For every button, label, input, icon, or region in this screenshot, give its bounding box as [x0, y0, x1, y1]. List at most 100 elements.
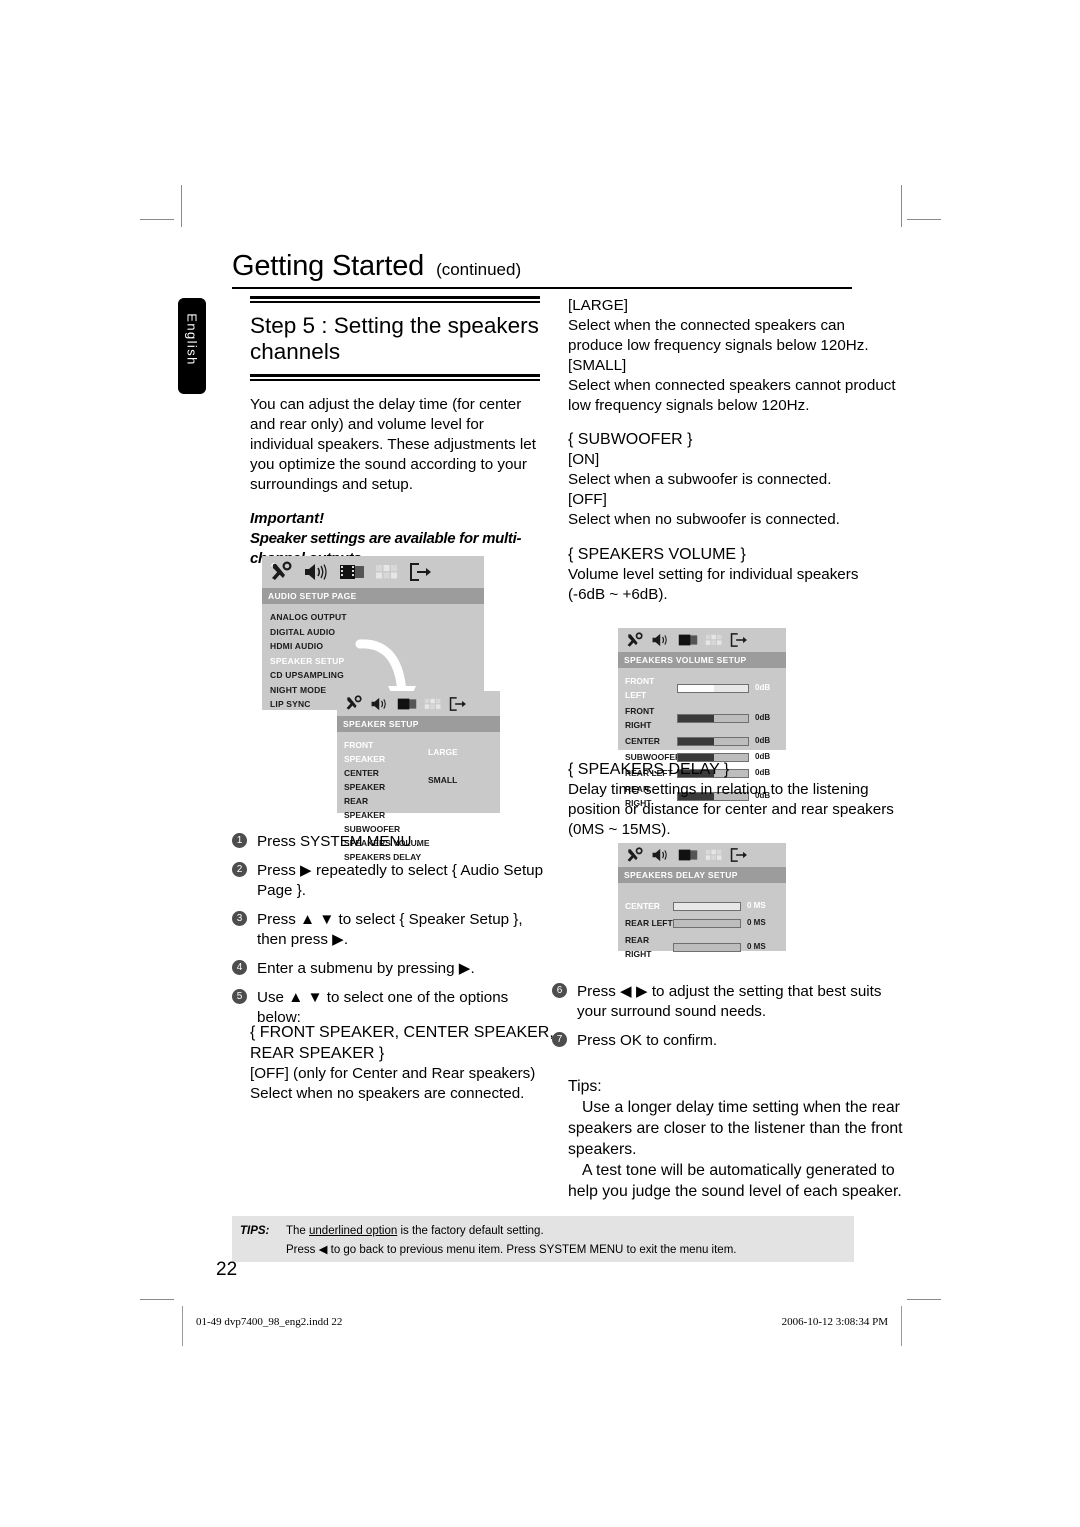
osd-title: SPEAKER SETUP	[337, 716, 500, 732]
tools-icon	[270, 561, 292, 580]
exit-icon	[410, 563, 431, 581]
left-steps: 1 Press SYSTEM MENU . 2 Press ▶ repeated…	[232, 832, 552, 1037]
osd-item[interactable]: REAR SPEAKER	[344, 794, 500, 822]
osd-speakers-delay-setup: SPEAKERS DELAY SETUP CENTER 0 MS REAR LE…	[618, 843, 786, 959]
page-title-continued: (continued)	[436, 260, 522, 279]
step-item: 3 Press ▲ ▼ to select { Speaker Setup },…	[232, 910, 552, 950]
step-number: 3	[232, 911, 247, 926]
delay-bar[interactable]	[673, 901, 741, 911]
delay-row[interactable]: CENTER 0 MS	[625, 899, 786, 913]
volume-row[interactable]: FRONT LEFT 0dB	[625, 674, 786, 702]
osd-icon-bar	[618, 628, 786, 652]
step-text: Use ▲ ▼ to select one of the options bel…	[257, 989, 509, 1026]
volume-desc: Volume level setting for individual spea…	[568, 566, 859, 603]
crop-mark-bottom-right-h	[907, 1299, 941, 1300]
osd-item-selected[interactable]: FRONT SPEAKER LARGE	[344, 738, 500, 766]
grid-icon	[376, 565, 397, 579]
delay-row-value: 0 MS	[747, 942, 766, 951]
volume-row-label: FRONT LEFT	[625, 676, 655, 700]
osd-speaker-setup: SPEAKER SETUP FRONT SPEAKER LARGE CENTER…	[337, 691, 500, 862]
tips-line1-pre: The	[286, 1225, 310, 1237]
subwoofer-on-desc: Select when a subwoofer is connected.	[568, 471, 832, 488]
step-text: Press ◀ ▶ to adjust the setting that bes…	[577, 983, 882, 1020]
exit-icon	[730, 633, 747, 647]
header-rule	[232, 287, 852, 289]
crop-mark-top-left-h	[140, 219, 174, 220]
video-icon	[678, 849, 698, 861]
osd-delay-rows: CENTER 0 MS REAR LEFT 0 MS REAR RIGHT 0 …	[618, 883, 786, 961]
volume-row-value: 0dB	[755, 736, 771, 745]
grid-icon	[424, 698, 441, 709]
osd-item-value: SMALL	[428, 775, 458, 785]
speaker-icon	[652, 848, 667, 862]
delay-row[interactable]: REAR RIGHT 0 MS	[625, 933, 786, 961]
tips-line1-underlined: underlined option	[309, 1225, 398, 1237]
left-column: Step 5 : Setting the speakers channels Y…	[250, 296, 550, 569]
delay-row[interactable]: REAR LEFT 0 MS	[625, 916, 786, 930]
step-number: 6	[552, 983, 567, 998]
subwoofer-heading: { SUBWOOFER }	[568, 431, 693, 448]
step-item: 2 Press ▶ repeatedly to select { Audio S…	[232, 861, 552, 901]
delay-row-value: 0 MS	[747, 918, 766, 927]
osd-speakers-volume-setup: SPEAKERS VOLUME SETUP FRONT LEFT 0dB FRO…	[618, 628, 786, 808]
important-label: Important!	[250, 510, 325, 527]
video-icon	[678, 634, 698, 646]
osd-icon-bar	[618, 843, 786, 867]
print-footer-file: 01-49 dvp7400_98_eng2.indd 22	[196, 1316, 343, 1328]
video-icon	[397, 698, 417, 709]
osd-item-label: REAR SPEAKER	[344, 796, 386, 820]
speaker-icon	[371, 697, 386, 710]
tools-icon	[627, 631, 643, 647]
volume-row[interactable]: FRONT RIGHT 0dB	[625, 704, 786, 732]
osd-icon-bar	[337, 691, 500, 716]
delay-bar[interactable]	[673, 942, 741, 952]
volume-row-label: CENTER	[625, 736, 660, 746]
osd-title: AUDIO SETUP PAGE	[262, 588, 484, 604]
step-number: 2	[232, 862, 247, 877]
osd-item-value: LARGE	[428, 747, 458, 757]
video-icon	[340, 565, 364, 579]
volume-bar[interactable]	[677, 683, 749, 693]
large-desc: Select when the connected speakers can p…	[568, 317, 869, 354]
step-text: Press SYSTEM MENU .	[257, 833, 420, 850]
subwoofer-off-label: [OFF]	[568, 491, 607, 508]
osd-item[interactable]: CENTER SPEAKER SMALL	[344, 766, 500, 794]
small-desc: Select when connected speakers cannot pr…	[568, 377, 896, 414]
delay-bar[interactable]	[673, 918, 741, 928]
osd-item-label: FRONT SPEAKER	[344, 740, 386, 764]
volume-bar[interactable]	[677, 736, 749, 746]
osd-item[interactable]: ANALOG OUTPUT	[270, 610, 484, 625]
step-number: 7	[552, 1032, 567, 1047]
right-steps: 6 Press ◀ ▶ to adjust the setting that b…	[552, 982, 900, 1060]
speaker-icon	[652, 633, 667, 647]
volume-row-value: 0dB	[755, 713, 771, 722]
page-header: Getting Started (continued)	[232, 250, 852, 289]
step-text: Press ▶ repeatedly to select { Audio Set…	[257, 862, 544, 899]
exit-icon	[449, 696, 466, 711]
delay-text-block: { SPEAKERS DELAY } Delay time settings i…	[568, 760, 898, 840]
step-item: 6 Press ◀ ▶ to adjust the setting that b…	[552, 982, 900, 1022]
volume-bar[interactable]	[677, 713, 749, 723]
tools-icon	[346, 695, 362, 710]
grid-icon	[705, 849, 722, 860]
tips-block: Tips: Use a longer delay time setting wh…	[568, 1076, 904, 1202]
step-number: 5	[232, 989, 247, 1004]
step-text: Press OK to confirm.	[577, 1032, 718, 1049]
language-tab: English	[178, 298, 206, 394]
subwoofer-on-label: [ON]	[568, 451, 600, 468]
volume-row[interactable]: CENTER 0dB	[625, 734, 786, 748]
step-number: 4	[232, 960, 247, 975]
step-item: 4 Enter a submenu by pressing ▶.	[232, 959, 552, 979]
heading-rule-bottom	[250, 374, 540, 381]
volume-row-label: FRONT RIGHT	[625, 706, 655, 730]
osd-item-label: CENTER SPEAKER	[344, 768, 386, 792]
volume-heading: { SPEAKERS VOLUME }	[568, 546, 746, 563]
osd-title: SPEAKERS VOLUME SETUP	[618, 652, 786, 668]
delay-row-value: 0 MS	[747, 901, 766, 910]
tips-footer-line1: The underlined option is the factory def…	[286, 1225, 544, 1237]
volume-row-value: 0dB	[755, 683, 771, 692]
step-text: Enter a submenu by pressing ▶.	[257, 960, 475, 977]
option-heading: { FRONT SPEAKER, CENTER SPEAKER, REAR SP…	[250, 1024, 554, 1062]
step-heading: Step 5 : Setting the speakers channels	[250, 313, 539, 364]
page-title: Getting Started	[232, 250, 425, 282]
